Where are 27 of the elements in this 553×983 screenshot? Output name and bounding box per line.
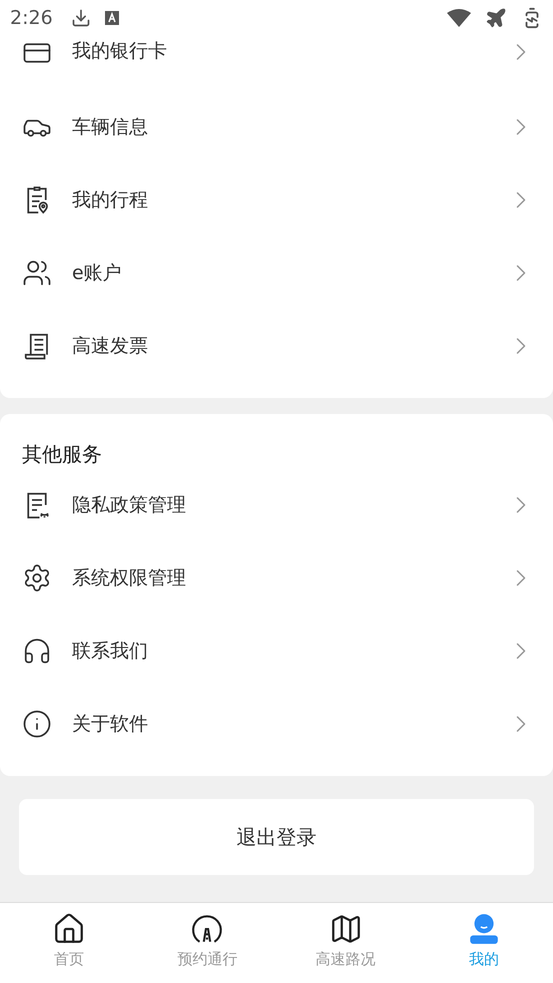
menu-item[interactable]: 我的行程 (0, 163, 553, 236)
logout-button[interactable]: 退出登录 (19, 799, 534, 875)
menu-item[interactable]: e账户 (0, 236, 553, 309)
menu-label: 隐私政策管理 (72, 492, 187, 518)
menu-label: 高速发票 (72, 334, 149, 358)
menu-item[interactable]: 车辆信息 (0, 90, 553, 163)
wifi-icon (447, 9, 471, 27)
menu-label: 关于软件 (72, 712, 149, 736)
airplane-icon (485, 7, 507, 29)
keyboard-icon (104, 11, 119, 25)
settings-icon (22, 562, 52, 592)
menu-item[interactable]: 联系我们 (0, 614, 553, 687)
menu-item[interactable]: 我的银行卡 (0, 36, 553, 90)
menu-label: 我的行程 (72, 188, 149, 212)
menu-item[interactable]: 隐私政策管理 (0, 468, 553, 541)
info-icon (22, 708, 52, 738)
menu-label: 我的银行卡 (72, 39, 168, 64)
status-time: 2:26 (10, 7, 53, 29)
menu-label: e账户 (72, 260, 123, 286)
download-icon (70, 8, 91, 28)
section-title: 其他服务 (21, 441, 103, 468)
menu-label: 车辆信息 (72, 114, 149, 140)
menu-label: 联系我们 (72, 638, 149, 664)
menu-item[interactable]: 关于软件 (0, 687, 553, 760)
menu-item[interactable]: 高速发票 (0, 309, 553, 382)
menu-label: 系统权限管理 (72, 566, 187, 590)
menu-item[interactable]: 系统权限管理 (0, 541, 553, 614)
